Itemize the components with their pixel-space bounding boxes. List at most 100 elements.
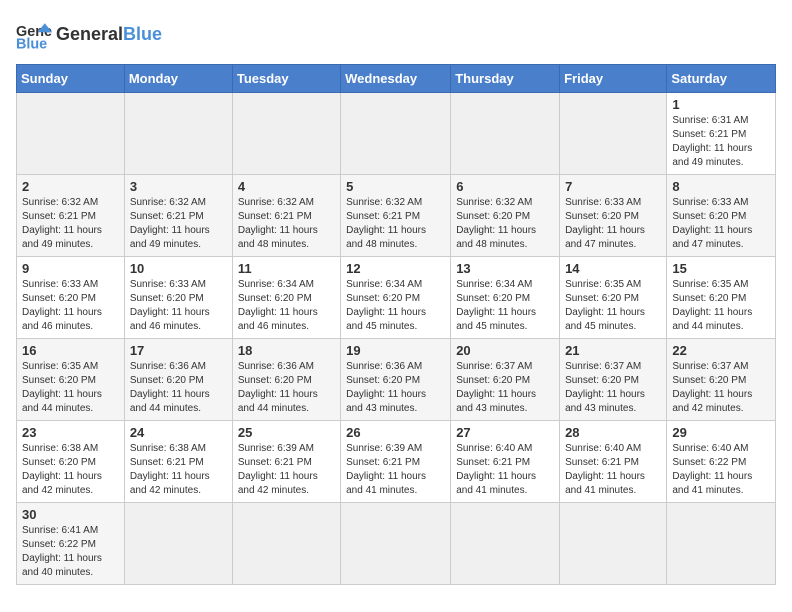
weekday-header-wednesday: Wednesday — [341, 65, 451, 93]
day-number: 3 — [130, 179, 227, 194]
day-number: 20 — [456, 343, 554, 358]
calendar-empty-cell — [560, 503, 667, 585]
day-info: Sunrise: 6:32 AM Sunset: 6:20 PM Dayligh… — [456, 196, 554, 252]
day-info: Sunrise: 6:40 AM Sunset: 6:22 PM Dayligh… — [672, 442, 770, 498]
calendar-day-22: 22 Sunrise: 6:37 AM Sunset: 6:20 PM Dayli… — [667, 339, 776, 421]
calendar-day-30: 30 Sunrise: 6:41 AM Sunset: 6:22 PM Dayli… — [17, 503, 125, 585]
calendar-day-10: 10 Sunrise: 6:33 AM Sunset: 6:20 PM Dayli… — [124, 257, 232, 339]
day-number: 28 — [565, 425, 661, 440]
calendar-empty-cell — [667, 503, 776, 585]
day-info: Sunrise: 6:31 AM Sunset: 6:21 PM Dayligh… — [672, 114, 770, 170]
calendar-day-23: 23Sunrise: 6:38 AM Sunset: 6:20 PM Dayli… — [17, 421, 125, 503]
calendar-empty-cell — [341, 93, 451, 175]
calendar-day-2: 2 Sunrise: 6:32 AM Sunset: 6:21 PM Daylig… — [17, 175, 125, 257]
calendar-header-row: SundayMondayTuesdayWednesdayThursdayFrid… — [17, 65, 776, 93]
day-info: Sunrise: 6:39 AM Sunset: 6:21 PM Dayligh… — [346, 442, 445, 498]
day-info: Sunrise: 6:37 AM Sunset: 6:20 PM Dayligh… — [565, 360, 661, 416]
day-info: Sunrise: 6:32 AM Sunset: 6:21 PM Dayligh… — [22, 196, 119, 252]
calendar-day-17: 17 Sunrise: 6:36 AM Sunset: 6:20 PM Dayli… — [124, 339, 232, 421]
day-number: 15 — [672, 261, 770, 276]
day-number: 18 — [238, 343, 335, 358]
calendar-empty-cell — [232, 93, 340, 175]
day-info: Sunrise: 6:36 AM Sunset: 6:20 PM Dayligh… — [130, 360, 227, 416]
calendar-day-12: 12 Sunrise: 6:34 AM Sunset: 6:20 PM Dayli… — [341, 257, 451, 339]
calendar-empty-cell — [124, 93, 232, 175]
calendar-empty-cell — [124, 503, 232, 585]
calendar-day-18: 18 Sunrise: 6:36 AM Sunset: 6:20 PM Dayli… — [232, 339, 340, 421]
calendar-week-row: 16Sunrise: 6:35 AM Sunset: 6:20 PM Dayli… — [17, 339, 776, 421]
calendar-day-1: 1Sunrise: 6:31 AM Sunset: 6:21 PM Daylig… — [667, 93, 776, 175]
day-number: 10 — [130, 261, 227, 276]
calendar-day-21: 21 Sunrise: 6:37 AM Sunset: 6:20 PM Dayli… — [560, 339, 667, 421]
day-info: Sunrise: 6:33 AM Sunset: 6:20 PM Dayligh… — [565, 196, 661, 252]
day-info: Sunrise: 6:35 AM Sunset: 6:20 PM Dayligh… — [672, 278, 770, 334]
day-number: 7 — [565, 179, 661, 194]
day-number: 17 — [130, 343, 227, 358]
day-number: 22 — [672, 343, 770, 358]
day-number: 25 — [238, 425, 335, 440]
day-number: 5 — [346, 179, 445, 194]
calendar-day-27: 27Sunrise: 6:40 AM Sunset: 6:21 PM Dayli… — [451, 421, 560, 503]
day-info: Sunrise: 6:32 AM Sunset: 6:21 PM Dayligh… — [238, 196, 335, 252]
day-info: Sunrise: 6:37 AM Sunset: 6:20 PM Dayligh… — [456, 360, 554, 416]
day-number: 2 — [22, 179, 119, 194]
weekday-header-sunday: Sunday — [17, 65, 125, 93]
day-number: 12 — [346, 261, 445, 276]
day-info: Sunrise: 6:32 AM Sunset: 6:21 PM Dayligh… — [130, 196, 227, 252]
calendar-week-row: 23Sunrise: 6:38 AM Sunset: 6:20 PM Dayli… — [17, 421, 776, 503]
calendar-day-8: 8Sunrise: 6:33 AM Sunset: 6:20 PM Daylig… — [667, 175, 776, 257]
calendar-day-26: 26Sunrise: 6:39 AM Sunset: 6:21 PM Dayli… — [341, 421, 451, 503]
day-number: 30 — [22, 507, 119, 522]
day-number: 6 — [456, 179, 554, 194]
page-header: General Blue GeneralBlue — [16, 16, 776, 52]
calendar-week-row: 9 Sunrise: 6:33 AM Sunset: 6:20 PM Daylig… — [17, 257, 776, 339]
day-info: Sunrise: 6:35 AM Sunset: 6:20 PM Dayligh… — [565, 278, 661, 334]
day-number: 21 — [565, 343, 661, 358]
day-info: Sunrise: 6:32 AM Sunset: 6:21 PM Dayligh… — [346, 196, 445, 252]
day-number: 14 — [565, 261, 661, 276]
calendar-empty-cell — [451, 503, 560, 585]
day-number: 11 — [238, 261, 335, 276]
day-number: 9 — [22, 261, 119, 276]
day-info: Sunrise: 6:33 AM Sunset: 6:20 PM Dayligh… — [130, 278, 227, 334]
day-info: Sunrise: 6:38 AM Sunset: 6:20 PM Dayligh… — [22, 442, 119, 498]
calendar-day-24: 24Sunrise: 6:38 AM Sunset: 6:21 PM Dayli… — [124, 421, 232, 503]
calendar-day-25: 25Sunrise: 6:39 AM Sunset: 6:21 PM Dayli… — [232, 421, 340, 503]
weekday-header-saturday: Saturday — [667, 65, 776, 93]
day-info: Sunrise: 6:36 AM Sunset: 6:20 PM Dayligh… — [346, 360, 445, 416]
weekday-header-monday: Monday — [124, 65, 232, 93]
calendar-day-13: 13Sunrise: 6:34 AM Sunset: 6:20 PM Dayli… — [451, 257, 560, 339]
day-info: Sunrise: 6:41 AM Sunset: 6:22 PM Dayligh… — [22, 524, 119, 580]
day-number: 24 — [130, 425, 227, 440]
day-info: Sunrise: 6:34 AM Sunset: 6:20 PM Dayligh… — [346, 278, 445, 334]
calendar-empty-cell — [17, 93, 125, 175]
calendar-day-4: 4 Sunrise: 6:32 AM Sunset: 6:21 PM Daylig… — [232, 175, 340, 257]
day-number: 19 — [346, 343, 445, 358]
calendar-empty-cell — [232, 503, 340, 585]
calendar-day-15: 15 Sunrise: 6:35 AM Sunset: 6:20 PM Dayli… — [667, 257, 776, 339]
calendar-week-row: 2 Sunrise: 6:32 AM Sunset: 6:21 PM Daylig… — [17, 175, 776, 257]
day-number: 4 — [238, 179, 335, 194]
calendar-day-20: 20 Sunrise: 6:37 AM Sunset: 6:20 PM Dayli… — [451, 339, 560, 421]
day-info: Sunrise: 6:36 AM Sunset: 6:20 PM Dayligh… — [238, 360, 335, 416]
calendar-day-14: 14 Sunrise: 6:35 AM Sunset: 6:20 PM Dayli… — [560, 257, 667, 339]
day-info: Sunrise: 6:40 AM Sunset: 6:21 PM Dayligh… — [456, 442, 554, 498]
calendar-empty-cell — [341, 503, 451, 585]
calendar-week-row: 1Sunrise: 6:31 AM Sunset: 6:21 PM Daylig… — [17, 93, 776, 175]
day-info: Sunrise: 6:34 AM Sunset: 6:20 PM Dayligh… — [456, 278, 554, 334]
calendar-day-3: 3 Sunrise: 6:32 AM Sunset: 6:21 PM Daylig… — [124, 175, 232, 257]
calendar-day-16: 16Sunrise: 6:35 AM Sunset: 6:20 PM Dayli… — [17, 339, 125, 421]
calendar-day-9: 9Sunrise: 6:33 AM Sunset: 6:20 PM Daylig… — [17, 257, 125, 339]
day-info: Sunrise: 6:34 AM Sunset: 6:20 PM Dayligh… — [238, 278, 335, 334]
day-number: 29 — [672, 425, 770, 440]
day-info: Sunrise: 6:33 AM Sunset: 6:20 PM Dayligh… — [672, 196, 770, 252]
calendar-day-19: 19 Sunrise: 6:36 AM Sunset: 6:20 PM Dayli… — [341, 339, 451, 421]
day-info: Sunrise: 6:37 AM Sunset: 6:20 PM Dayligh… — [672, 360, 770, 416]
svg-text:Blue: Blue — [16, 36, 47, 52]
logo-icon: General Blue — [16, 16, 52, 52]
calendar-table: SundayMondayTuesdayWednesdayThursdayFrid… — [16, 64, 776, 585]
calendar-day-11: 11 Sunrise: 6:34 AM Sunset: 6:20 PM Dayli… — [232, 257, 340, 339]
calendar-day-6: 6 Sunrise: 6:32 AM Sunset: 6:20 PM Daylig… — [451, 175, 560, 257]
day-info: Sunrise: 6:35 AM Sunset: 6:20 PM Dayligh… — [22, 360, 119, 416]
calendar-day-28: 28Sunrise: 6:40 AM Sunset: 6:21 PM Dayli… — [560, 421, 667, 503]
